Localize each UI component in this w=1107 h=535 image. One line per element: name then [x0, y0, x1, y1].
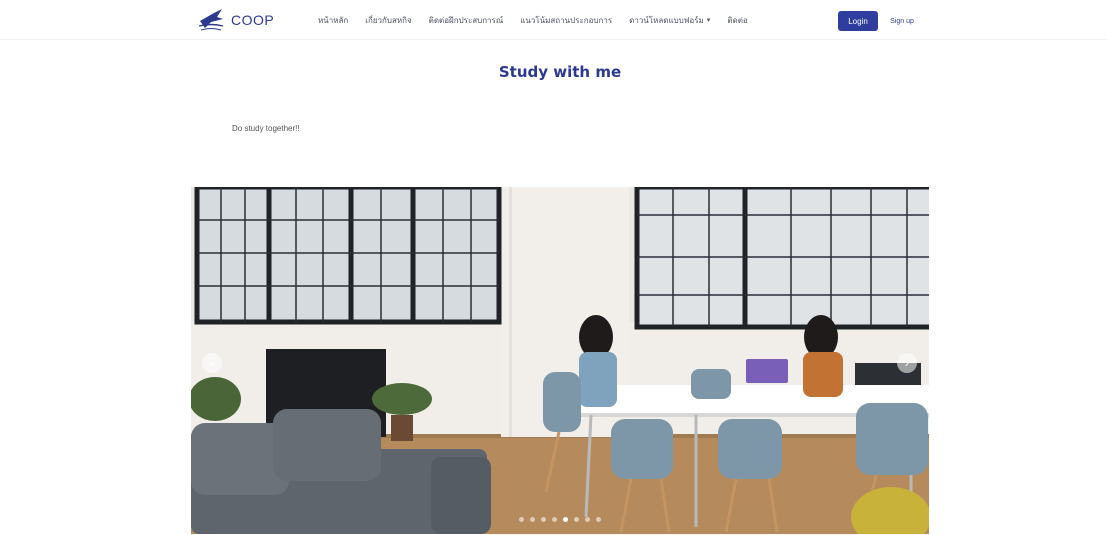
- carousel-indicator-dot[interactable]: [596, 517, 601, 522]
- carousel-indicator-dot[interactable]: [563, 517, 568, 522]
- nav-item-label: แนวโน้มสถานประกอบการ: [520, 15, 613, 25]
- brand-name: COOP: [231, 12, 275, 28]
- login-button[interactable]: Login: [838, 11, 878, 31]
- carousel-slide-image: [191, 187, 929, 534]
- nav-item-contact[interactable]: ติดต่อ: [727, 14, 747, 27]
- nav-item-internship-contact[interactable]: ติดต่อฝึกประสบการณ์: [429, 14, 504, 27]
- nav-item-company-trends[interactable]: แนวโน้มสถานประกอบการ: [520, 14, 612, 27]
- carousel-indicator-dot[interactable]: [530, 517, 535, 522]
- carousel-prev-button[interactable]: ‹: [202, 353, 222, 373]
- chevron-down-icon: ▾: [706, 16, 711, 24]
- image-carousel[interactable]: ‹ ›: [191, 187, 929, 534]
- carousel-indicators: [191, 517, 929, 522]
- carousel-indicator-dot[interactable]: [585, 517, 590, 522]
- brand-link[interactable]: COOP: [197, 6, 274, 34]
- nav-item-label: ติดต่อ: [727, 15, 748, 25]
- main-nav: หน้าหลัก เกี่ยวกับสหกิจ ติดต่อฝึกประสบกา…: [318, 0, 765, 40]
- carousel-next-button[interactable]: ›: [897, 353, 917, 373]
- nav-item-download-forms[interactable]: ดาวน์โหลดแบบฟอร์ม ▾: [629, 14, 710, 27]
- carousel-indicator-dot[interactable]: [574, 517, 579, 522]
- nav-item-label: หน้าหลัก: [318, 15, 349, 25]
- carousel-indicator-dot[interactable]: [552, 517, 557, 522]
- nav-item-home[interactable]: หน้าหลัก: [318, 14, 348, 27]
- top-navbar: COOP หน้าหลัก เกี่ยวกับสหกิจ ติดต่อฝึกปร…: [0, 0, 1107, 40]
- coop-logo-icon: [198, 9, 224, 31]
- nav-item-label: ดาวน์โหลดแบบฟอร์ม: [629, 15, 704, 25]
- signup-link[interactable]: Sign up: [885, 11, 919, 31]
- carousel-indicator-dot[interactable]: [541, 517, 546, 522]
- chevron-left-icon: ‹: [209, 356, 215, 370]
- carousel-indicator-dot[interactable]: [519, 517, 524, 522]
- chevron-right-icon: ›: [904, 356, 910, 370]
- nav-item-label: เกี่ยวกับสหกิจ: [365, 15, 412, 25]
- page-title: Study with me: [498, 63, 622, 81]
- nav-item-about[interactable]: เกี่ยวกับสหกิจ: [365, 14, 411, 27]
- intro-text: Do study together!!: [232, 124, 300, 133]
- nav-item-label: ติดต่อฝึกประสบการณ์: [428, 15, 504, 25]
